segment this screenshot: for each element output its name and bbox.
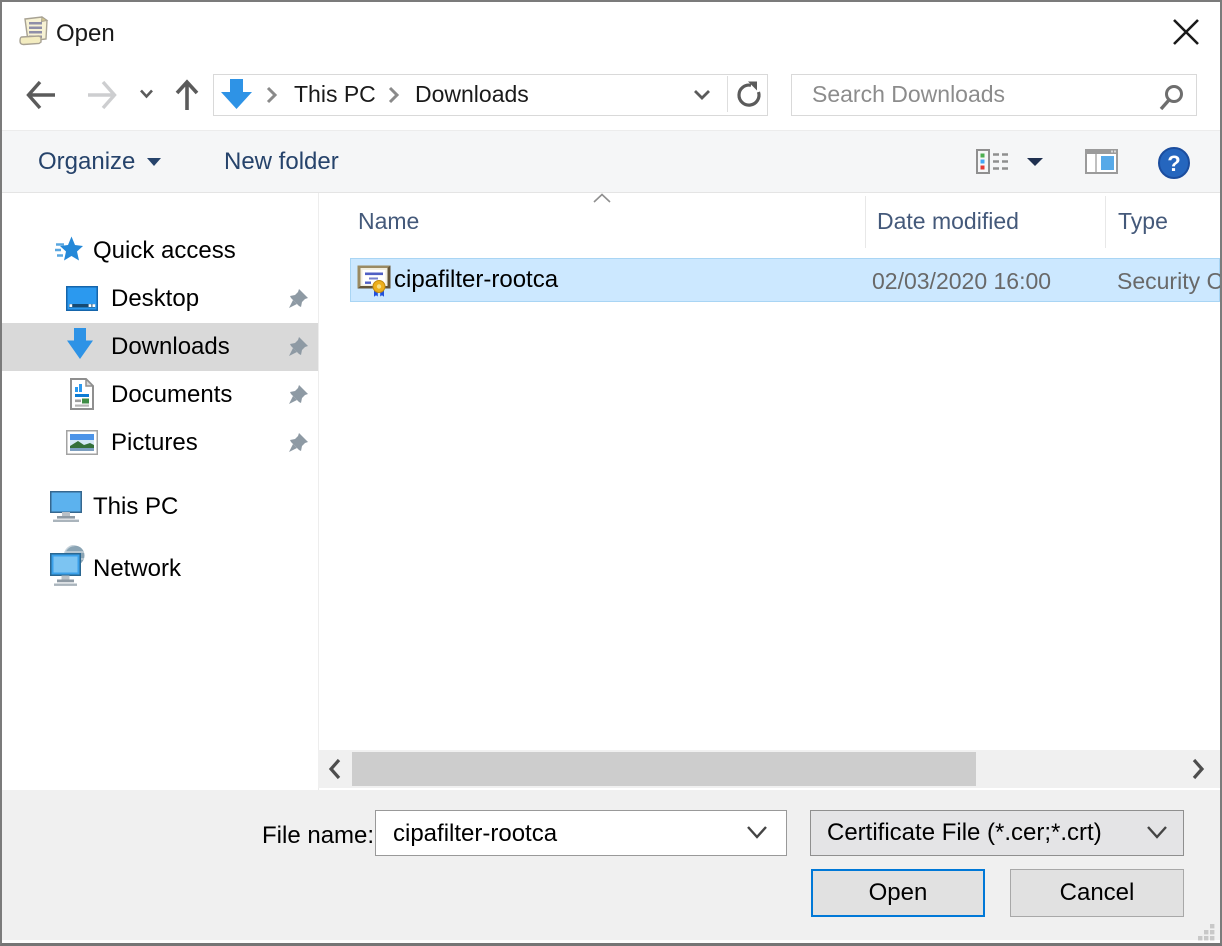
svg-text:?: ? (1167, 151, 1180, 176)
